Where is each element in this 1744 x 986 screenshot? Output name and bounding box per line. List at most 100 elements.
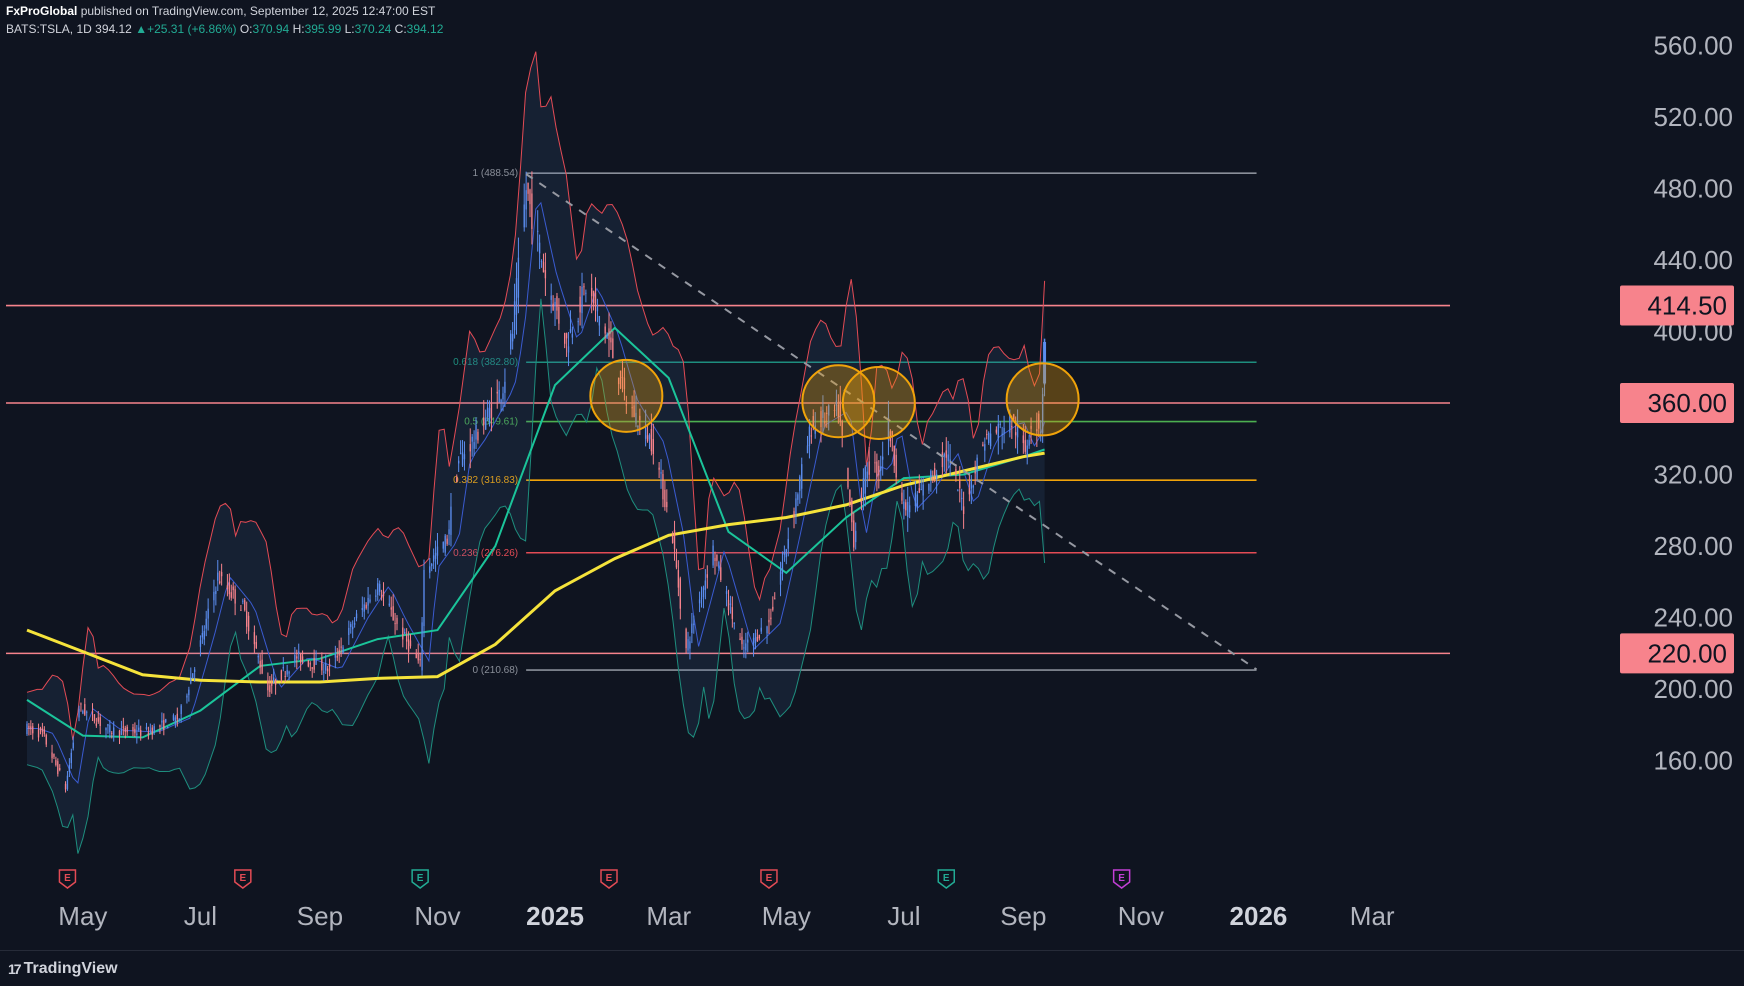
candle-body xyxy=(727,599,730,611)
candle-body xyxy=(78,708,80,718)
candle-body xyxy=(598,315,601,326)
candle-body xyxy=(685,628,687,649)
candle-body xyxy=(729,603,732,606)
time-axis[interactable]: May Jul Sep Nov 2025 Mar May Jul Sep Nov 2026 Mar xyxy=(58,901,1395,931)
candle-body xyxy=(920,489,922,491)
candle-body xyxy=(43,729,46,734)
candle-body xyxy=(328,663,331,668)
candle-body xyxy=(64,783,67,790)
candle-body xyxy=(120,728,123,735)
price-axis[interactable]: 560.00520.00480.00440.00400.00320.00280.… xyxy=(1458,0,1744,950)
candle-body xyxy=(590,287,593,297)
candle-body xyxy=(186,695,188,698)
candle-body xyxy=(895,454,897,478)
y-tick-label: 240.00 xyxy=(1653,603,1733,633)
candle-body xyxy=(307,660,310,667)
candle-body xyxy=(855,530,857,543)
candle-body xyxy=(932,478,934,480)
candle-body xyxy=(930,470,932,478)
candle-body xyxy=(382,591,385,597)
candle-body xyxy=(309,663,311,665)
candle-body xyxy=(974,471,976,474)
candle-body xyxy=(84,704,86,715)
candle-body xyxy=(959,479,961,489)
candle-body xyxy=(286,670,288,675)
candle-body xyxy=(151,727,153,735)
candle-body xyxy=(174,717,177,724)
tradingview-logo[interactable]: 17 TradingView xyxy=(8,960,118,978)
candle-body xyxy=(419,659,421,661)
candle-body xyxy=(928,483,930,491)
candle-body xyxy=(806,445,809,454)
candle-body xyxy=(766,626,768,634)
candle-body xyxy=(700,597,703,599)
candle-body xyxy=(671,534,674,543)
candle-body xyxy=(122,726,125,728)
candle-body xyxy=(540,260,543,262)
candle-body xyxy=(296,656,298,659)
candle-body xyxy=(380,595,383,599)
candle-body xyxy=(51,752,53,759)
candle-body xyxy=(217,572,219,581)
candle-body xyxy=(517,257,520,298)
candle-body xyxy=(213,591,215,601)
candle-body xyxy=(365,604,367,609)
candle-body xyxy=(483,417,485,426)
candle-body xyxy=(253,632,256,645)
candle-body xyxy=(392,606,394,621)
candle-body xyxy=(608,328,610,341)
candle-body xyxy=(402,627,404,640)
x-tick-label: Nov xyxy=(414,901,460,931)
candle-body xyxy=(246,611,248,627)
candle-body xyxy=(552,303,554,311)
candle-body xyxy=(905,502,907,511)
candle-body xyxy=(72,742,74,749)
candle-body xyxy=(41,728,44,732)
candle-body xyxy=(311,667,313,669)
candle-body xyxy=(718,562,720,568)
candle-body xyxy=(515,278,518,315)
candle-body xyxy=(338,649,340,656)
candle-body xyxy=(914,492,917,507)
candle-body xyxy=(240,609,242,611)
candle-body xyxy=(203,631,205,640)
candle-body xyxy=(172,715,175,720)
candle-body xyxy=(111,732,113,734)
candle-body xyxy=(955,469,957,476)
candle-body xyxy=(190,677,192,684)
candle-body xyxy=(201,632,204,638)
x-tick-label: Mar xyxy=(1350,901,1395,931)
candle-body xyxy=(779,571,782,585)
candle-body xyxy=(140,730,142,736)
x-tick-label: Jul xyxy=(184,901,217,931)
candle-body xyxy=(606,334,608,339)
earnings-markers[interactable]: EEEEEEE xyxy=(58,869,1131,889)
earnings-marker-label: E xyxy=(766,873,773,884)
candle-body xyxy=(352,626,354,630)
candle-body xyxy=(743,647,745,649)
candle-body xyxy=(733,622,735,624)
tradingview-logo-icon: 17 xyxy=(8,961,22,977)
candle-body xyxy=(731,607,734,619)
candle-body xyxy=(280,670,283,680)
candle-body xyxy=(523,204,525,228)
earnings-marker-label: E xyxy=(606,873,613,884)
x-tick-label: 2025 xyxy=(526,901,584,931)
candle-body xyxy=(57,761,59,774)
candle-body xyxy=(313,657,315,670)
price-chart[interactable]: 1 (488.54)0.618 (382.80)0.5 (349.61)0.38… xyxy=(0,0,1744,985)
candle-body xyxy=(475,424,477,440)
candle-body xyxy=(407,639,410,652)
candle-body xyxy=(793,511,795,517)
candle-body xyxy=(976,457,978,479)
fib-label-0: 0 (210.68) xyxy=(473,665,519,676)
x-tick-label: Mar xyxy=(646,901,691,931)
candle-body xyxy=(118,730,121,736)
candle-body xyxy=(693,623,695,625)
candle-body xyxy=(752,637,755,646)
candle-body xyxy=(298,651,300,654)
candle-body xyxy=(862,478,865,498)
candle-body xyxy=(989,433,992,447)
candle-body xyxy=(348,627,350,635)
candle-body xyxy=(417,654,419,661)
